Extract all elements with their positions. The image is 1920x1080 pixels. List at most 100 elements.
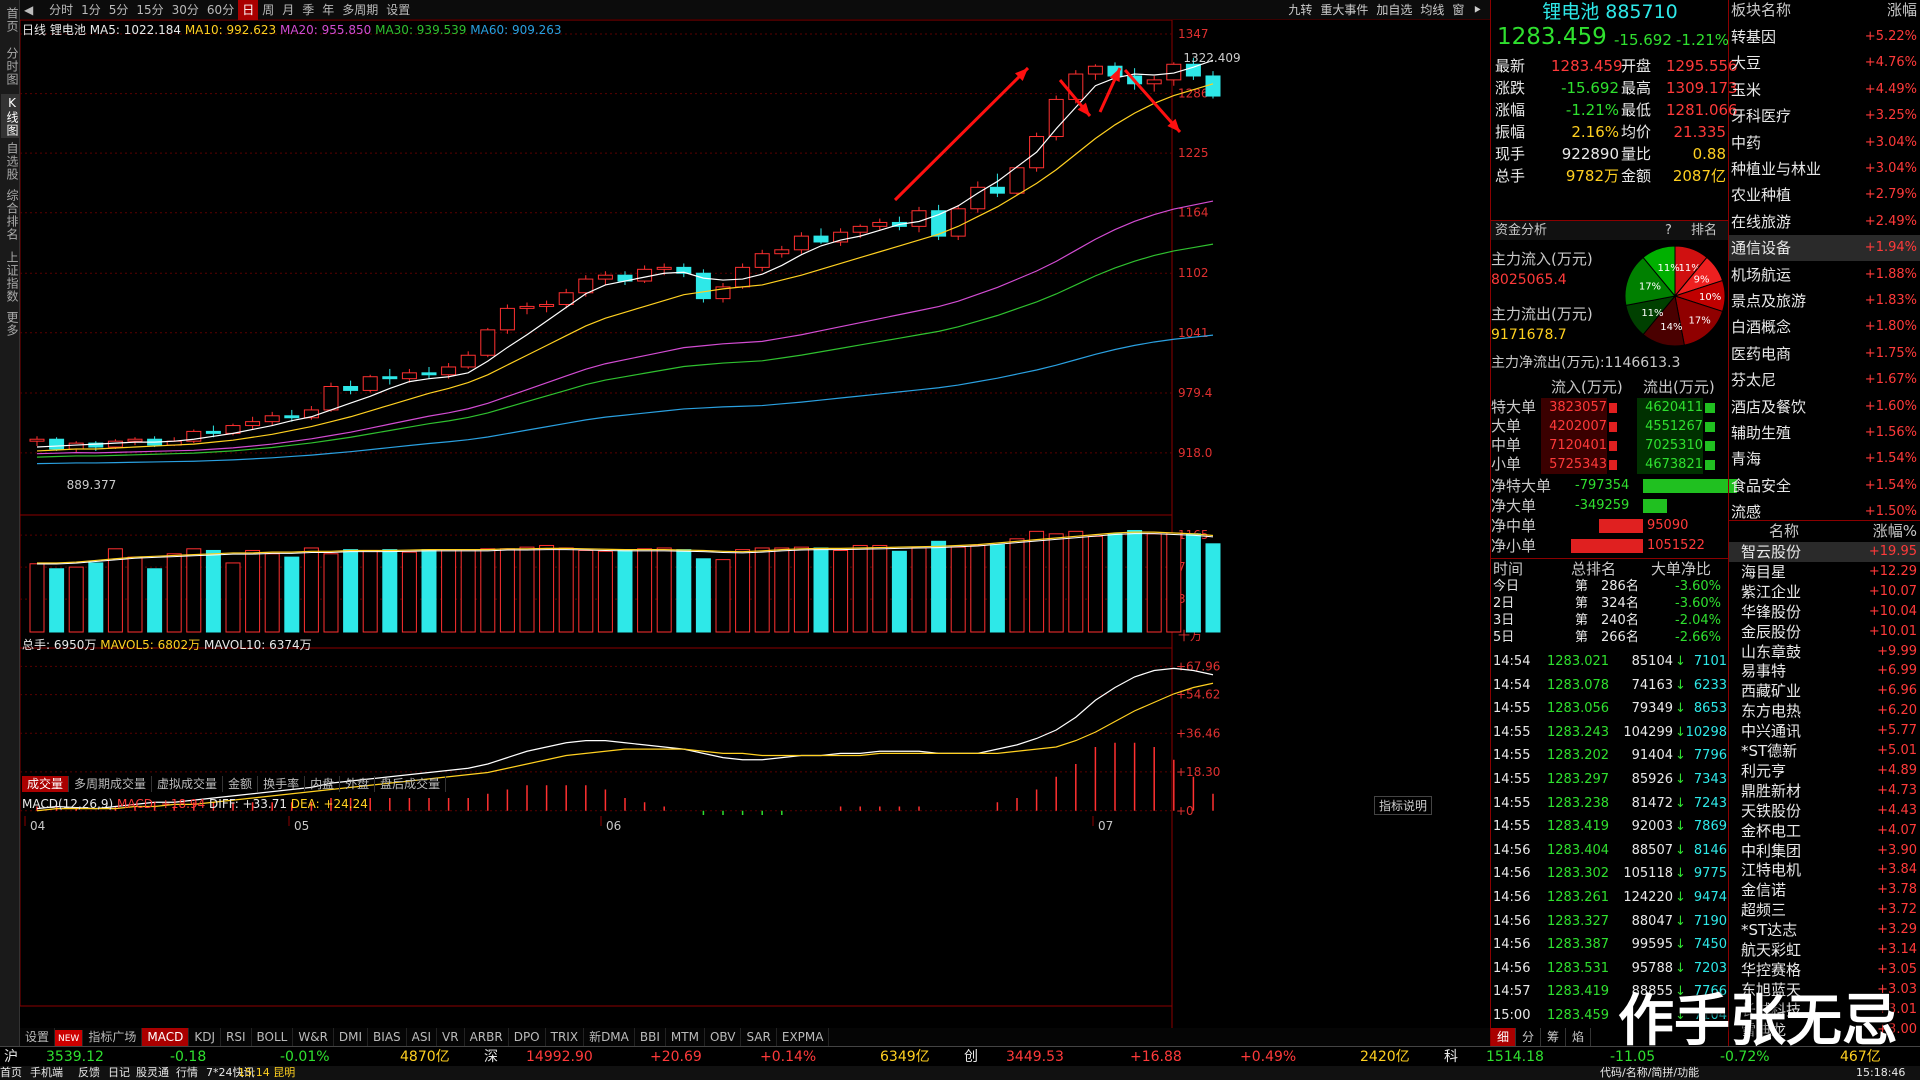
stock-head-pct[interactable]: 涨幅% xyxy=(1873,521,1917,542)
indicator-tab-0[interactable]: 设置 xyxy=(20,1028,56,1046)
stock-item[interactable]: 山东章鼓 +9.99 xyxy=(1729,642,1920,662)
period-tab-2[interactable]: 5分 xyxy=(105,0,133,20)
sector-item[interactable]: 酒店及餐饮 +1.60% xyxy=(1729,394,1920,420)
sector-item[interactable]: 机场航运 +1.88% xyxy=(1729,262,1920,288)
rank-button[interactable]: 排名 xyxy=(1691,221,1717,241)
stock-item[interactable]: *ST达志 +3.29 xyxy=(1729,920,1920,940)
tick-tab-3[interactable]: 焰 xyxy=(1566,1028,1592,1046)
stock-item[interactable]: 金信诺 +3.78 xyxy=(1729,880,1920,900)
stock-item[interactable]: 中兴通讯 +5.77 xyxy=(1729,721,1920,741)
indicator-tab-17[interactable]: MTM xyxy=(666,1028,705,1046)
indicator-tab-7[interactable]: W&R xyxy=(293,1028,334,1046)
period-tab-0[interactable]: 分时 xyxy=(45,0,77,20)
nav-home[interactable]: 首页 xyxy=(1,4,19,36)
indicator-tab-16[interactable]: BBI xyxy=(635,1028,666,1046)
sector-item[interactable]: 白酒概念 +1.80% xyxy=(1729,314,1920,340)
sector-item[interactable]: 农业种植 +2.79% xyxy=(1729,182,1920,208)
toolbar-right-1[interactable]: 重大事件 xyxy=(1316,0,1372,20)
kline-chart-area[interactable]: 134712861225116411021041979.4918.01322.4… xyxy=(20,20,1490,1030)
volume-tab-2[interactable]: 虚拟成交量 xyxy=(152,776,224,792)
stock-item[interactable]: 超频三 +3.72 xyxy=(1729,900,1920,920)
volume-tab-3[interactable]: 金额 xyxy=(223,776,259,792)
indicator-tab-6[interactable]: BOLL xyxy=(252,1028,294,1046)
nav-timeshare[interactable]: 分时图 xyxy=(1,44,19,88)
indicator-tab-14[interactable]: TRIX xyxy=(546,1028,585,1046)
indicator-tab-19[interactable]: SAR xyxy=(741,1028,777,1046)
volume-tab-7[interactable]: 盘后成交量 xyxy=(375,776,447,792)
tick-tab-2[interactable]: 筹 xyxy=(1541,1028,1567,1046)
status2-item-0[interactable]: 首页 xyxy=(0,1066,22,1080)
sector-item[interactable]: 转基因 +5.22% xyxy=(1729,24,1920,50)
indicator-tab-8[interactable]: DMI xyxy=(334,1028,369,1046)
status2-item-4[interactable]: 股灵通 xyxy=(136,1066,169,1080)
sector-item[interactable]: 食品安全 +1.54% xyxy=(1729,473,1920,499)
stock-item[interactable]: 东方电热 +6.20 xyxy=(1729,701,1920,721)
status2-item-8[interactable]: 代码/名称/简拼/功能 xyxy=(1600,1066,1699,1080)
volume-tab-4[interactable]: 换手率 xyxy=(258,776,306,792)
help-icon[interactable]: ? xyxy=(1665,221,1672,241)
indicator-tab-15[interactable]: 新DMA xyxy=(584,1028,635,1046)
stock-item[interactable]: 易事特 +6.99 xyxy=(1729,661,1920,681)
stock-item[interactable]: 华锋股份 +10.04 xyxy=(1729,602,1920,622)
nav-watchlist[interactable]: 自选股 xyxy=(1,138,19,184)
indicator-tab-12[interactable]: ARBR xyxy=(465,1028,509,1046)
nav-more[interactable]: 更多 xyxy=(1,308,19,340)
sector-item[interactable]: 中药 +3.04% xyxy=(1729,130,1920,156)
stock-item[interactable]: 中利集团 +3.90 xyxy=(1729,841,1920,861)
toolbar-right-4[interactable]: 窗 xyxy=(1448,0,1468,20)
tick-tab-1[interactable]: 分 xyxy=(1516,1028,1542,1046)
indicator-tab-10[interactable]: ASI xyxy=(407,1028,438,1046)
indicator-tab-13[interactable]: DPO xyxy=(509,1028,546,1046)
period-tab-9[interactable]: 季 xyxy=(298,0,318,20)
period-tab-4[interactable]: 30分 xyxy=(168,0,203,20)
volume-tab-6[interactable]: 外盘 xyxy=(340,776,376,792)
period-tab-8[interactable]: 月 xyxy=(278,0,298,20)
nav-kline[interactable]: K线图 xyxy=(1,94,19,138)
period-tab-6[interactable]: 日 xyxy=(238,0,259,20)
toolbar-right-0[interactable]: 九转 xyxy=(1284,0,1316,20)
status2-item-2[interactable]: 反馈 xyxy=(78,1066,100,1080)
stock-head-name[interactable]: 名称 xyxy=(1769,521,1799,542)
indicator-tab-2[interactable]: 指标广场 xyxy=(83,1028,143,1046)
sector-item[interactable]: 芬太尼 +1.67% xyxy=(1729,367,1920,393)
sector-item[interactable]: 通信设备 +1.94% xyxy=(1729,235,1920,262)
sector-item[interactable]: 大豆 +4.76% xyxy=(1729,50,1920,76)
period-tab-3[interactable]: 15分 xyxy=(132,0,167,20)
stock-item[interactable]: 鼎胜新材 +4.73 xyxy=(1729,781,1920,801)
indicator-tab-20[interactable]: EXPMA xyxy=(777,1028,830,1046)
toolbar-right-3[interactable]: 均线 xyxy=(1416,0,1448,20)
volume-tab-1[interactable]: 多周期成交量 xyxy=(69,776,153,792)
sector-item[interactable]: 辅助生殖 +1.56% xyxy=(1729,420,1920,446)
stock-item[interactable]: 利元亨 +4.89 xyxy=(1729,761,1920,781)
stock-item[interactable]: 金杯电工 +4.07 xyxy=(1729,821,1920,841)
period-tab-12[interactable]: 设置 xyxy=(382,0,414,20)
toolbar-right-2[interactable]: 加自选 xyxy=(1372,0,1416,20)
indicator-tab-5[interactable]: RSI xyxy=(221,1028,252,1046)
volume-tab-0[interactable]: 成交量 xyxy=(22,776,70,792)
stock-item[interactable]: *ST德新 +5.01 xyxy=(1729,741,1920,761)
period-tab-1[interactable]: 1分 xyxy=(77,0,105,20)
sector-head-pct[interactable]: 涨幅 xyxy=(1887,0,1917,21)
period-tab-7[interactable]: 周 xyxy=(258,0,278,20)
indicator-tab-4[interactable]: KDJ xyxy=(189,1028,221,1046)
period-tab-10[interactable]: 年 xyxy=(318,0,338,20)
sector-item[interactable]: 青海 +1.54% xyxy=(1729,446,1920,472)
period-tab-5[interactable]: 60分 xyxy=(203,0,238,20)
sector-item[interactable]: 景点及旅游 +1.83% xyxy=(1729,288,1920,314)
indicator-tab-9[interactable]: BIAS xyxy=(368,1028,407,1046)
nav-index[interactable]: 上证指数 xyxy=(1,248,19,306)
stock-item[interactable]: 金辰股份 +10.01 xyxy=(1729,622,1920,642)
stock-item[interactable]: 西藏矿业 +6.96 xyxy=(1729,681,1920,701)
tick-tab-0[interactable]: 细 xyxy=(1491,1028,1517,1046)
nav-ranking[interactable]: 综合排名 xyxy=(1,186,19,244)
stock-item[interactable]: 航天彩虹 +3.14 xyxy=(1729,940,1920,960)
status2-item-1[interactable]: 手机端 xyxy=(30,1066,63,1080)
indicator-tab-3[interactable]: MACD xyxy=(142,1028,190,1046)
arrow-left-icon[interactable]: ◀ xyxy=(20,0,37,20)
status2-item-5[interactable]: 行情 xyxy=(176,1066,198,1080)
toolbar-right-5[interactable]: ⯈ xyxy=(1468,0,1486,20)
sector-head-name[interactable]: 板块名称 xyxy=(1731,0,1791,21)
stock-item[interactable]: 海目星 +12.29 xyxy=(1729,562,1920,582)
indicator-tab-11[interactable]: VR xyxy=(437,1028,465,1046)
status2-item-3[interactable]: 日记 xyxy=(108,1066,130,1080)
